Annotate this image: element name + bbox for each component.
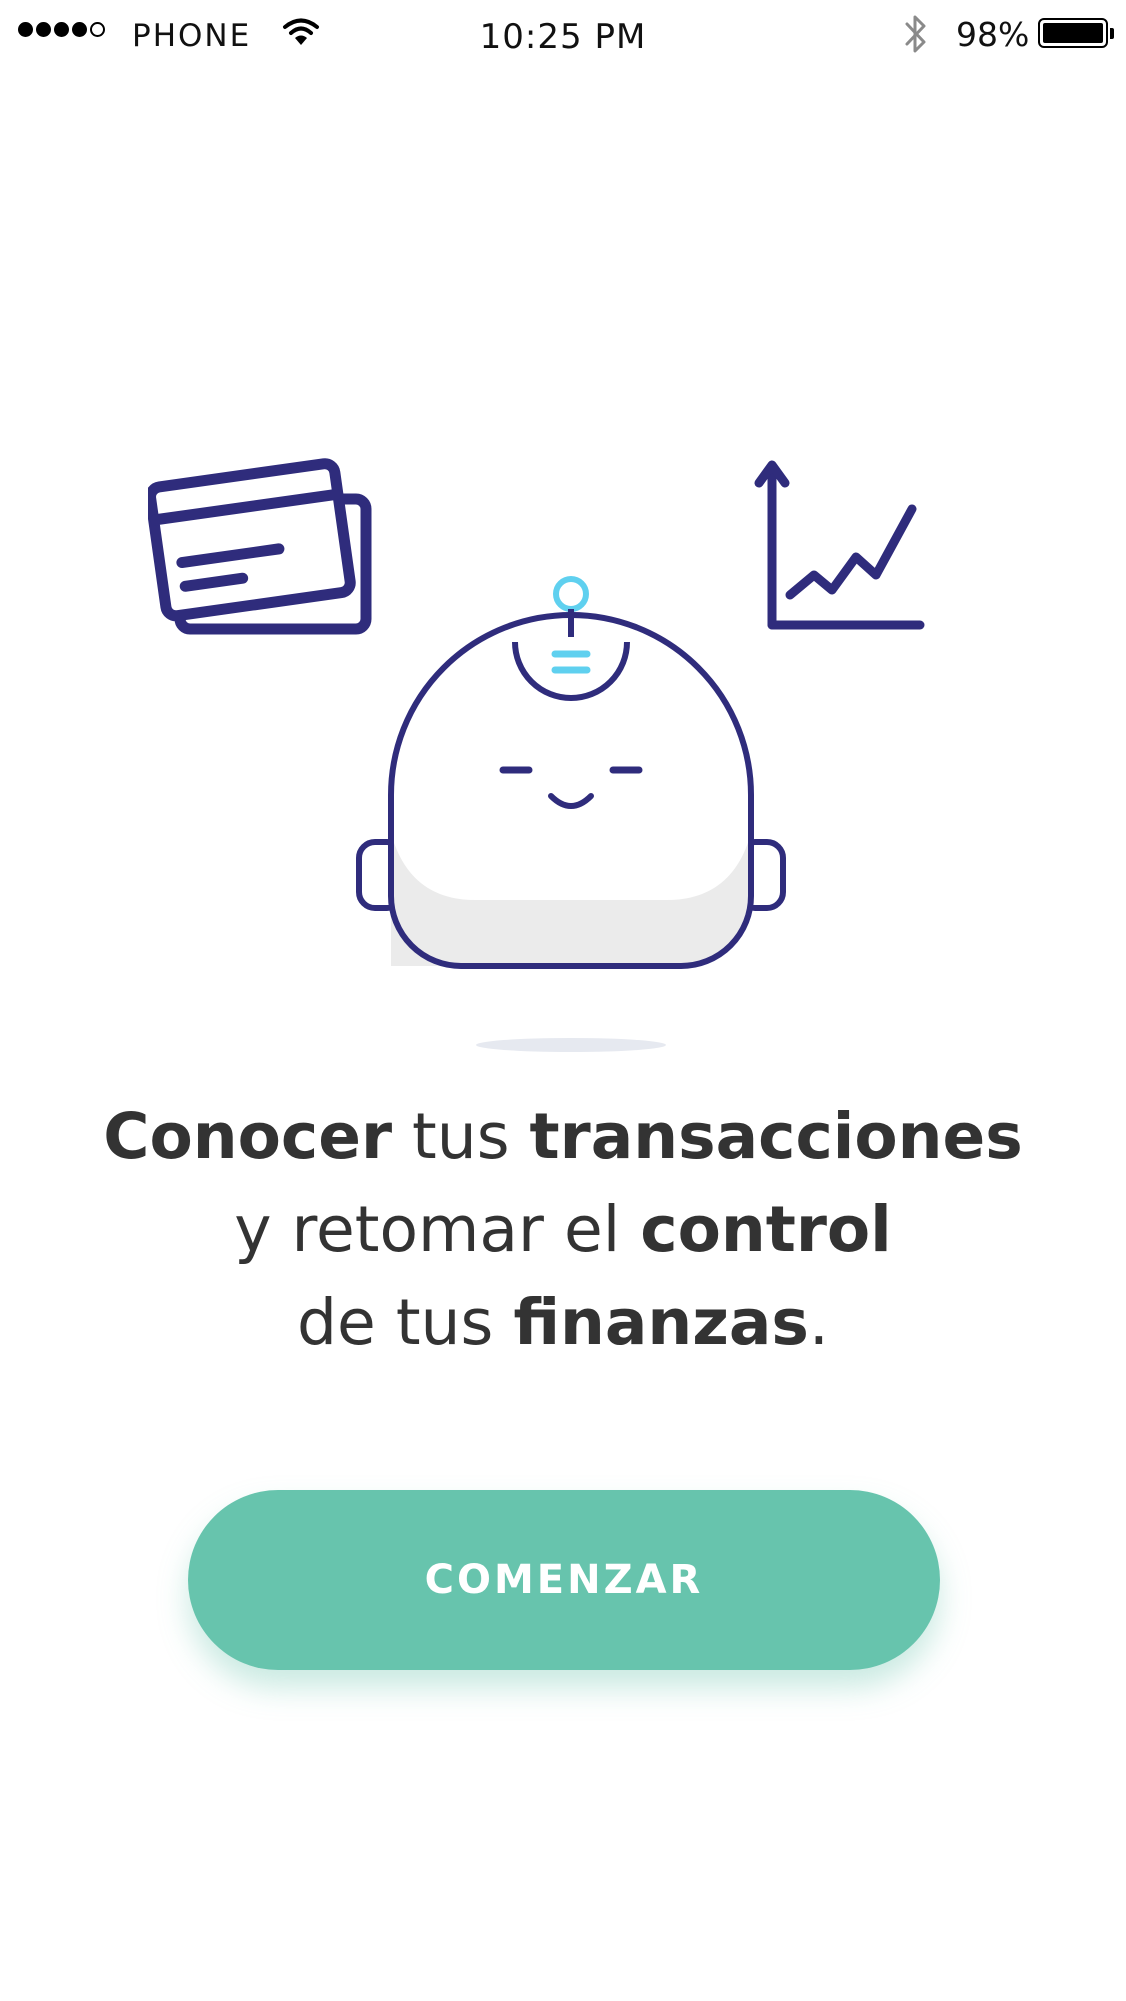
robot-mascot-icon: [356, 576, 786, 969]
status-bar: PHONE 10:25 PM 98%: [0, 0, 1126, 72]
battery-icon: [1038, 18, 1108, 48]
robot-shadow: [476, 1038, 666, 1052]
battery-percentage: 98%: [956, 15, 1030, 54]
headline-line-3: de tus finanzas.: [0, 1276, 1126, 1369]
headline-line-1: Conocer tus transacciones: [0, 1090, 1126, 1183]
start-button[interactable]: COMENZAR: [188, 1490, 940, 1670]
headline-period: .: [808, 1286, 829, 1359]
headline-text-tus: tus: [392, 1100, 530, 1173]
onboarding-headline: Conocer tus transacciones y retomar el c…: [0, 1090, 1126, 1369]
headline-text-de-tus: de tus: [297, 1286, 514, 1359]
headline-bold-finanzas: finanzas: [513, 1286, 809, 1359]
headline-text-retomar: y retomar el: [234, 1193, 641, 1266]
headline-bold-transacciones: transacciones: [529, 1100, 1023, 1173]
battery-cap: [1110, 28, 1114, 39]
headline-bold-conocer: Conocer: [103, 1100, 393, 1173]
headline-line-2: y retomar el control: [0, 1183, 1126, 1276]
credit-cards-icon: [148, 458, 372, 635]
bluetooth-icon: [902, 12, 930, 60]
headline-bold-control: control: [640, 1193, 892, 1266]
